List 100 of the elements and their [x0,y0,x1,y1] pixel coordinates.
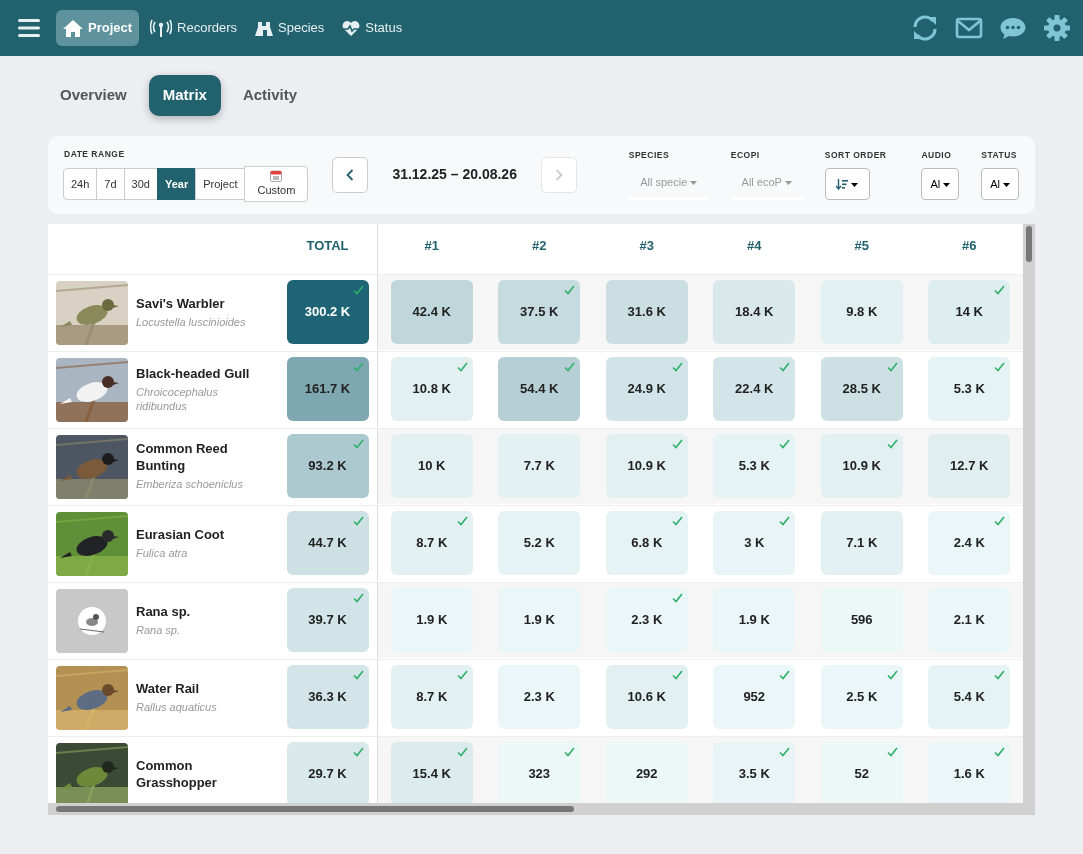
count-tile[interactable]: 2.4 K [928,511,1011,576]
date-period: 31.12.25 – 20.08.26 [392,165,517,184]
sort-icon [836,179,849,191]
count-tile[interactable]: 5.2 K [498,511,581,576]
filter-label: ECOPI [730,149,761,163]
column-header: #1 [423,236,440,255]
heartbeat-icon [342,19,361,37]
column-header: #6 [961,236,978,255]
chevron-left-icon [346,168,355,181]
species-name: Rana sp. [136,603,191,620]
caret-icon [784,181,792,186]
count-tile[interactable]: 1.9 K [713,588,796,653]
audio-select[interactable]: Al [921,167,960,201]
latin-name: Locustella luscinioides [136,315,246,330]
count-tile[interactable]: 2.1 K [928,588,1011,653]
count-tile[interactable]: 10.8 K [390,357,473,422]
species-name: Water Rail [136,680,201,697]
species-name: Black-headed Gull [136,365,251,382]
caret-icon [851,182,859,187]
column-header: #4 [746,236,763,255]
count-tile[interactable]: 5.4 K [928,665,1011,730]
nav-link[interactable]: Species [248,10,332,46]
count-tile[interactable]: 22.4 K [713,357,796,422]
count-tile[interactable]: 161.7 K [286,357,369,422]
column-header: #2 [531,236,548,255]
range-button[interactable]: Year [156,167,197,201]
species-name: Eurasian Coot [136,526,225,543]
filter-label: SORT ORDER [824,148,887,162]
caret-icon [943,182,951,187]
count-tile[interactable]: 24.9 K [605,357,688,422]
count-tile[interactable]: 36.3 K [286,665,369,730]
range-button[interactable]: 7d [96,167,125,201]
latin-name: Rallus aquaticus [136,700,217,715]
count-tile[interactable]: 1.9 K [390,588,473,653]
refresh-icon[interactable] [911,14,939,42]
species-name: Savi's Warbler [136,295,226,312]
count-tile[interactable]: 5.3 K [713,434,796,499]
caret-icon [1003,182,1010,187]
sort-order-button[interactable] [824,167,870,201]
column-header: #5 [853,236,870,255]
filter-label: DATE RANGE [64,147,126,161]
count-tile[interactable]: 28.5 K [820,357,903,422]
count-tile[interactable]: 9.8 K [820,280,903,345]
filter-label: AUDIO [921,148,953,162]
count-tile[interactable]: 10 K [390,434,473,499]
range-button[interactable]: Custom [244,166,309,202]
filter-label: STATUS [981,148,1018,162]
calendar-icon [270,170,283,183]
antenna-icon [150,19,173,37]
count-tile[interactable]: 7.1 K [820,511,903,576]
latin-name: Chroicocephalus ridibundus [136,385,219,414]
latin-name: Rana sp. [136,623,182,638]
latin-name: Emberiza schoeniclus [136,477,244,492]
nav-link[interactable]: Status [335,10,410,46]
count-tile[interactable]: 8.7 K [390,511,473,576]
latin-name: Fulica atra [136,546,189,561]
count-tile[interactable]: 42.4 K [390,280,473,345]
view-tab[interactable]: Matrix [148,75,221,116]
count-tile[interactable]: 1.9 K [498,588,581,653]
chevron-right-icon [554,168,563,181]
status-select[interactable]: Al [981,167,1019,201]
count-tile[interactable]: 7.7 K [498,434,581,499]
count-tile[interactable]: 44.7 K [286,511,369,576]
view-tab[interactable]: Overview [46,75,141,116]
settings-icon[interactable] [1043,14,1071,42]
count-tile[interactable]: 10.9 K [605,434,688,499]
count-tile[interactable]: 10.9 K [820,434,903,499]
count-tile[interactable]: 3 K [713,511,796,576]
range-button[interactable]: 30d [123,167,158,201]
species-name: Common Reed Bunting [136,441,229,474]
count-tile[interactable]: 5.3 K [928,357,1011,422]
nav-link[interactable]: Recorders [143,10,245,46]
species-name: Common Grasshopper [136,758,218,791]
count-tile[interactable]: 2.3 K [498,665,581,730]
count-tile[interactable]: 2.3 K [605,588,688,653]
caret-icon [690,181,698,186]
count-tile[interactable]: 952 [713,665,796,730]
count-tile[interactable]: 8.7 K [390,665,473,730]
count-tile[interactable]: 300.2 K [286,280,369,345]
count-tile[interactable]: 39.7 K [286,588,369,653]
column-header: #3 [638,236,655,255]
count-tile[interactable]: 14 K [928,280,1011,345]
count-tile[interactable]: 12.7 K [928,434,1011,499]
count-tile[interactable]: 10.6 K [605,665,688,730]
count-tile[interactable]: 18.4 K [713,280,796,345]
count-tile[interactable]: 2.5 K [820,665,903,730]
binoculars-icon [255,20,274,36]
menu-icon[interactable] [18,19,40,37]
view-tab[interactable]: Activity [228,75,312,116]
range-button[interactable]: Project [195,167,246,201]
count-tile[interactable]: 37.5 K [498,280,581,345]
range-button[interactable]: 24h [63,167,98,201]
count-tile[interactable]: 31.6 K [605,280,688,345]
count-tile[interactable]: 6.8 K [605,511,688,576]
column-header: TOTAL [278,223,378,274]
filter-label: SPECIES [628,149,671,163]
count-tile[interactable]: 93.2 K [286,434,369,499]
count-tile[interactable]: 596 [820,588,903,653]
count-tile[interactable]: 54.4 K [498,357,581,422]
home-icon [63,19,83,37]
